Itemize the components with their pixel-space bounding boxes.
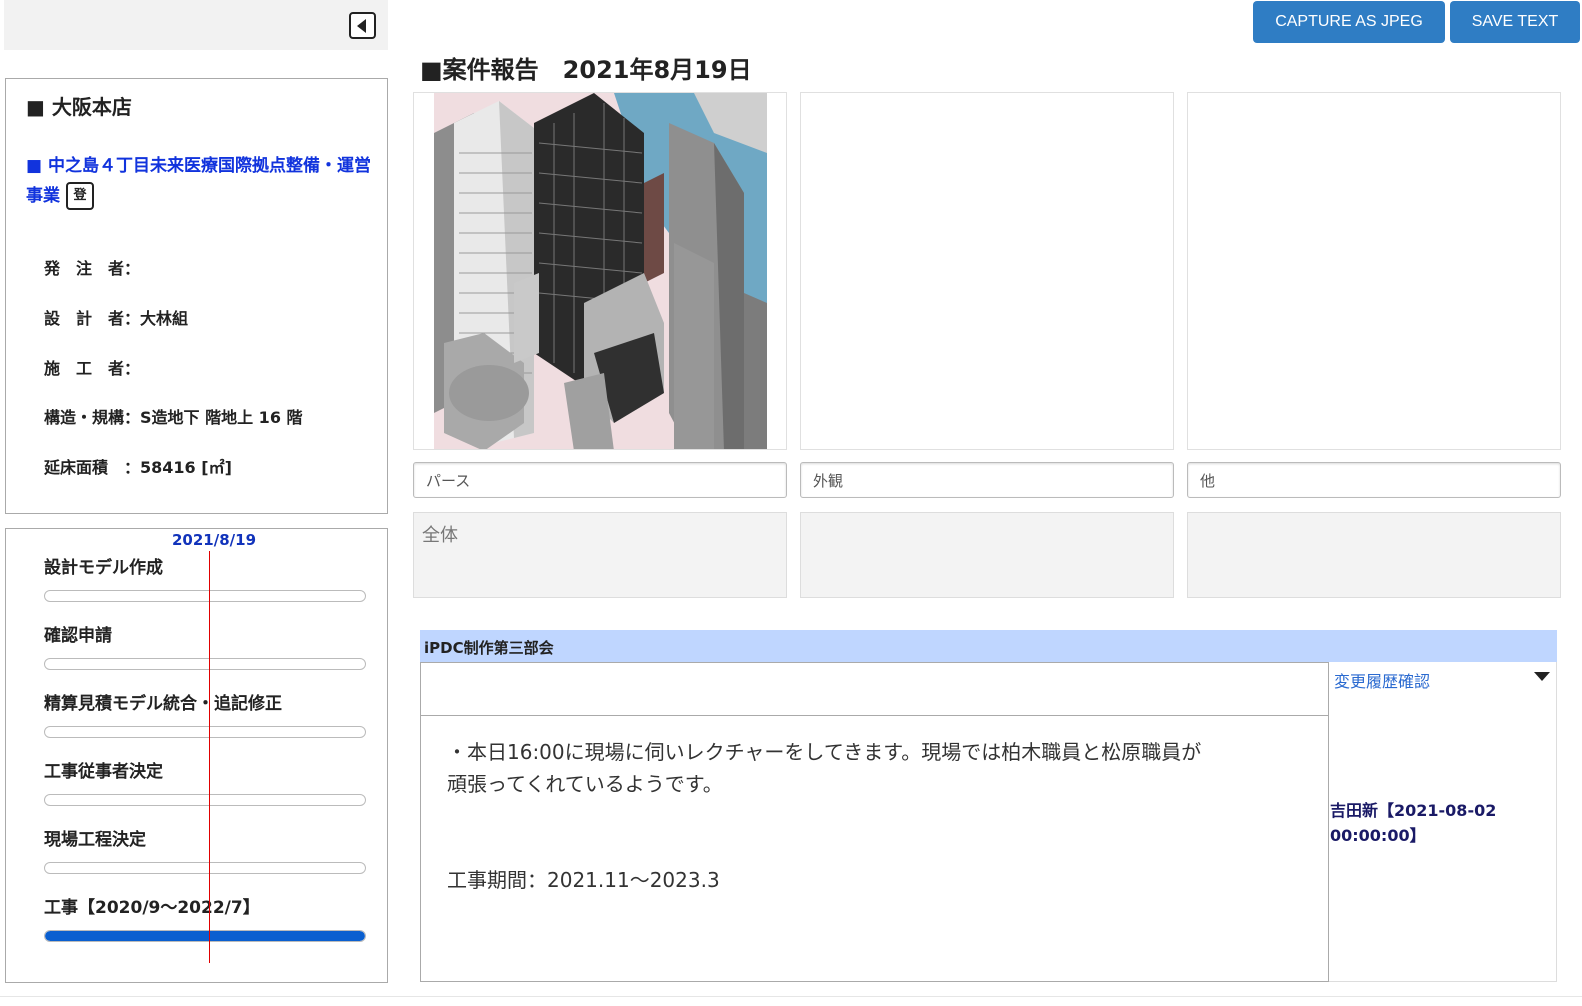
field-orderer: 発 注 者： [44, 259, 141, 278]
sidebar-collapse-bar [4, 0, 388, 50]
save-text-button[interactable]: SAVE TEXT [1450, 1, 1580, 43]
field-designer: 設 計 者：大林組 [44, 309, 189, 328]
task-progress-bar [44, 862, 366, 874]
comment-title-field[interactable] [421, 663, 1328, 716]
building-rendering-image [434, 93, 767, 449]
caption-input-3[interactable] [1187, 462, 1561, 498]
today-marker-line [209, 551, 210, 963]
field-contractor: 施 工 者： [44, 359, 141, 378]
project-info-panel: ■ 大阪本店 ■ 中之島４丁目未来医療国際拠点整備・運営事業登 発 注 者： 設… [5, 78, 388, 514]
field-structure: 構造・規構：S造地下 階地上 16 階 [44, 408, 303, 427]
project-name: ■ 中之島４丁目未来医療国際拠点整備・運営事業登 [26, 151, 371, 211]
image-slot-1[interactable] [413, 92, 787, 450]
task-progress-bar [44, 590, 366, 602]
department-header: iPDC制作第三部会 [420, 630, 1557, 662]
history-panel: 変更履歴確認 吉田新【2021-08-02 00:00:00】 [1329, 662, 1557, 982]
task-progress-bar [44, 930, 366, 942]
field-floor-area: 延床面積 ：58416 [㎡] [44, 458, 232, 477]
task-label: 設計モデル作成 [44, 558, 163, 578]
description-field-1[interactable]: 全体 [413, 512, 787, 598]
caption-input-1[interactable] [413, 462, 787, 498]
collapse-sidebar-icon[interactable] [349, 12, 376, 39]
task-label: 工事【2020/9〜2022/7】 [44, 898, 260, 918]
description-field-2[interactable] [800, 512, 1174, 598]
comment-area: ・本日16:00に現場に伺いレクチャーをしてきます。現場では柏木職員と松原職員が… [420, 662, 1329, 982]
task-label: 工事従事者決定 [44, 762, 163, 782]
task-label: 確認申請 [44, 626, 112, 646]
task-progress-bar [44, 726, 366, 738]
register-icon[interactable]: 登 [66, 182, 94, 210]
image-slot-3[interactable] [1187, 92, 1561, 450]
page: ■ 大阪本店 ■ 中之島４丁目未来医療国際拠点整備・運営事業登 発 注 者： 設… [0, 0, 1582, 1006]
today-label: 2021/8/19 [172, 531, 257, 549]
task-label: 現場工程決定 [44, 830, 146, 850]
task-progress-bar [44, 658, 366, 670]
chevron-down-icon[interactable] [1534, 672, 1550, 681]
task-label: 精算見積モデル統合・追記修正 [44, 694, 282, 714]
description-field-3[interactable] [1187, 512, 1561, 598]
task-progress-bar [44, 794, 366, 806]
schedule-panel: 2021/8/19 設計モデル作成 確認申請 精算見積モデル統合・追記修正 工事… [5, 528, 388, 983]
caption-input-2[interactable] [800, 462, 1174, 498]
divider [0, 996, 1582, 997]
history-link[interactable]: 変更履歴確認 [1334, 668, 1430, 692]
branch-name: ■ 大阪本店 [26, 95, 132, 119]
history-entry: 吉田新【2021-08-02 00:00:00】 [1330, 801, 1497, 845]
image-slot-2[interactable] [800, 92, 1174, 450]
comment-text[interactable]: ・本日16:00に現場に伺いレクチャーをしてきます。現場では柏木職員と松原職員が… [421, 716, 1328, 916]
page-title: ■案件報告 2021年8月19日 [420, 56, 752, 84]
capture-jpeg-button[interactable]: CAPTURE AS JPEG [1253, 1, 1445, 43]
